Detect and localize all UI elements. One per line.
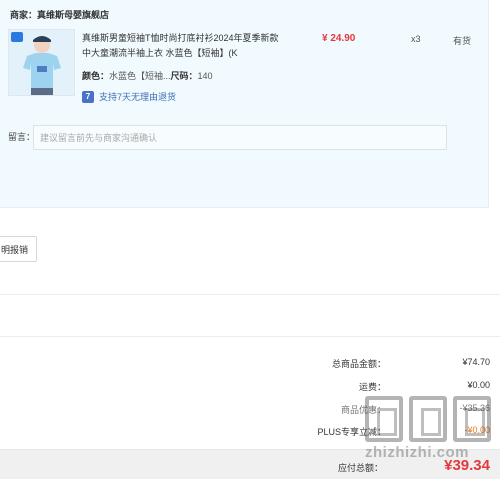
payable-total-label: 应付总额： [338,463,384,473]
shop-order-panel: 商家：真维斯母婴旗舰店 真维斯男童短袖T恤时尚打底衬衫2024年夏季新款中大童潮… [0,0,489,208]
product-tag-icon [11,32,23,42]
discount-label: 商品优惠： [340,405,386,415]
message-input[interactable] [33,125,447,150]
message-label: 留言： [8,132,36,142]
goods-total-label: 总商品金额： [331,359,386,369]
invoice-button-label: 明报销 [0,244,28,255]
shipping-label: 运费： [358,382,386,392]
plus-discount-label: PLUS专享立减： [317,427,386,437]
color-key: 颜色： [82,71,110,81]
product-price: ¥ 24.90 [322,33,356,44]
payable-total-bar: 应付总额： ¥39.34 [0,449,500,479]
discount-value: -¥35.36 [459,403,490,413]
invoice-button[interactable]: 明报销 [0,236,37,262]
shop-name[interactable]: 商家：真维斯母婴旗舰店 [10,8,109,21]
section-divider [0,336,500,337]
product-stock-status: 有货 [453,36,472,46]
product-title[interactable]: 真维斯男童短袖T恤时尚打底衬衫2024年夏季新款中大童潮流半袖上衣 水蓝色【短袖… [82,31,282,61]
product-attributes: 颜色：水蓝色【短袖...尺码：140 [82,69,213,82]
shop-label: 商家： [10,10,38,20]
shop-name-text: 真维斯母婴旗舰店 [37,10,110,20]
return-policy[interactable]: 7 支持7天无理由退货 [82,90,176,103]
plus-discount-value: -¥0.00 [464,425,490,435]
goods-total-value: ¥74.70 [462,357,490,367]
payable-total-value: ¥39.34 [444,457,490,474]
product-quantity: x3 [411,34,421,44]
return-policy-text: 支持7天无理由退货 [99,92,177,102]
size-key: 尺码： [170,71,198,81]
return-policy-icon: 7 [82,90,94,103]
size-value: 140 [197,71,213,81]
shipping-value: ¥0.00 [467,380,490,390]
section-divider [0,294,500,295]
product-thumbnail[interactable] [8,29,75,96]
color-value: 水蓝色【短袖... [109,71,171,81]
